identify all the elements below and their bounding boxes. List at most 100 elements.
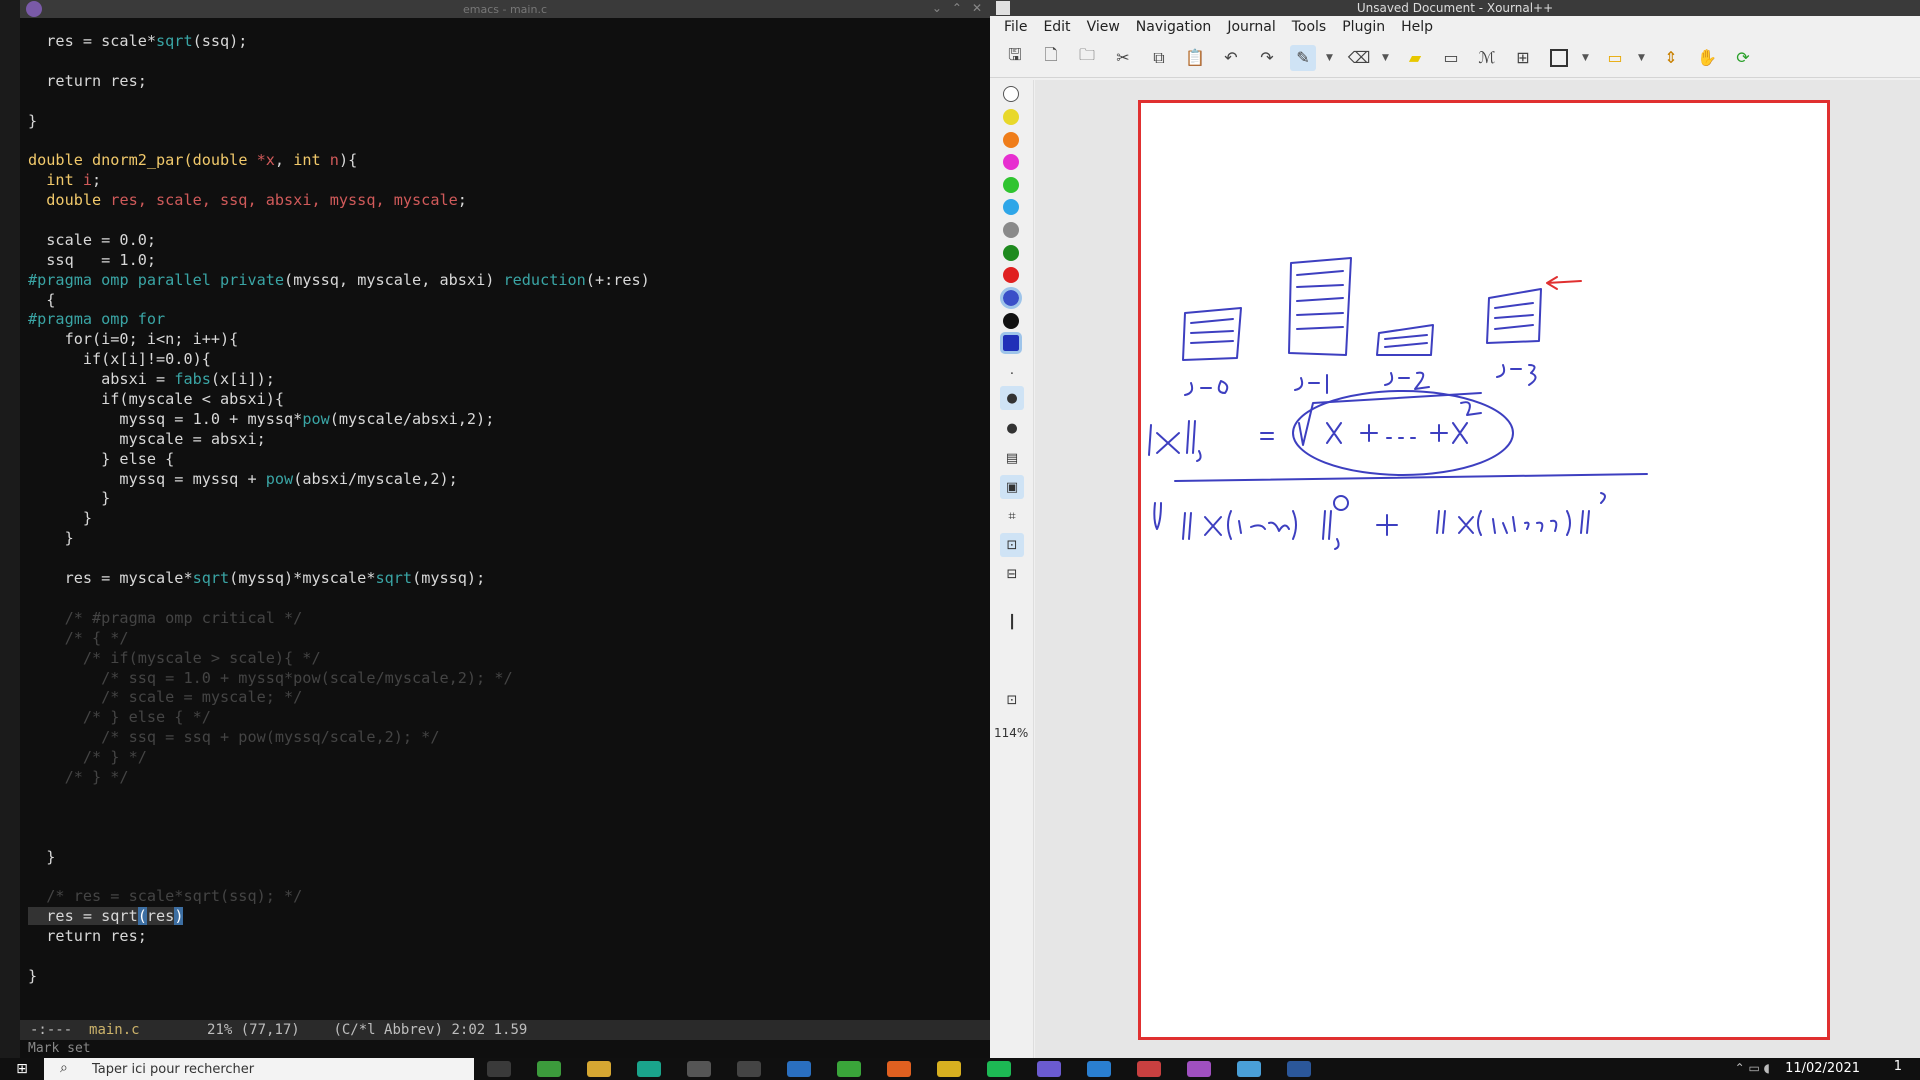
code-line[interactable]: double res, scale, ssq, absxi, myssq, my… bbox=[28, 191, 990, 211]
code-line[interactable]: if(x[i]!=0.0){ bbox=[28, 350, 990, 370]
app-purple-icon[interactable] bbox=[1037, 1061, 1061, 1077]
files-icon[interactable] bbox=[587, 1061, 611, 1077]
pen-color-swatch[interactable] bbox=[1003, 154, 1019, 170]
menu-edit[interactable]: Edit bbox=[1035, 19, 1078, 35]
code-line[interactable]: int i; bbox=[28, 171, 990, 191]
code-line[interactable]: #pragma omp parallel private(myssq, mysc… bbox=[28, 271, 990, 291]
code-line[interactable] bbox=[28, 549, 990, 569]
minimize-icon[interactable]: ⌄ bbox=[932, 1, 942, 15]
text-tool-icon[interactable]: ▭ bbox=[1438, 45, 1464, 71]
minibuffer[interactable]: Mark set bbox=[20, 1040, 990, 1058]
code-line[interactable]: /* ssq = 1.0 + myssq*pow(scale/myscale,2… bbox=[28, 669, 990, 689]
code-line[interactable]: myssq = 1.0 + myssq*pow(myscale/absxi,2)… bbox=[28, 410, 990, 430]
menu-navigation[interactable]: Navigation bbox=[1128, 19, 1220, 35]
code-line[interactable] bbox=[28, 867, 990, 887]
code-line[interactable]: for(i=0; i<n; i++){ bbox=[28, 330, 990, 350]
code-line[interactable] bbox=[28, 92, 990, 112]
code-line[interactable]: scale = 0.0; bbox=[28, 231, 990, 251]
pen-color-swatch[interactable] bbox=[1003, 177, 1019, 193]
eraser-dropdown-icon[interactable]: ▼ bbox=[1382, 53, 1392, 63]
code-line[interactable]: /* #pragma omp critical */ bbox=[28, 609, 990, 629]
select-rect-icon[interactable]: ▭ bbox=[1602, 45, 1628, 71]
app-orange-icon[interactable] bbox=[887, 1061, 911, 1077]
code-line[interactable]: return res; bbox=[28, 927, 990, 947]
rectangle-icon[interactable] bbox=[1546, 45, 1572, 71]
pen-color-swatch[interactable] bbox=[1003, 109, 1019, 125]
code-line[interactable]: /* res = scale*sqrt(ssq); */ bbox=[28, 887, 990, 907]
menu-journal[interactable]: Journal bbox=[1219, 19, 1283, 35]
code-line[interactable] bbox=[28, 808, 990, 828]
pen-color-swatch[interactable] bbox=[1003, 132, 1019, 148]
eraser-icon[interactable]: ⌫ bbox=[1346, 45, 1372, 71]
code-line[interactable]: } bbox=[28, 848, 990, 868]
open-folder-icon[interactable]: 🗀 bbox=[1074, 45, 1100, 71]
app-yellow-icon[interactable] bbox=[937, 1061, 961, 1077]
xournal-window[interactable]: Unsaved Document - Xournal++ File Edit V… bbox=[990, 0, 1920, 1058]
maximize-icon[interactable]: ⌃ bbox=[952, 1, 962, 15]
taskbar-search[interactable]: ⌕ Taper ici pour rechercher bbox=[44, 1058, 474, 1080]
close-icon[interactable]: ✕ bbox=[972, 1, 982, 15]
code-line[interactable] bbox=[28, 52, 990, 72]
code-line[interactable]: double dnorm2_par(double *x, int n){ bbox=[28, 151, 990, 171]
code-line[interactable]: ssq = 1.0; bbox=[28, 251, 990, 271]
pen-color-swatch[interactable] bbox=[1003, 313, 1019, 329]
vscode-icon[interactable] bbox=[1087, 1061, 1111, 1077]
code-line[interactable]: } bbox=[28, 509, 990, 529]
code-line[interactable]: /* } */ bbox=[28, 748, 990, 768]
pen-color-swatch[interactable] bbox=[1000, 287, 1022, 309]
emacs-titlebar[interactable]: emacs - main.c ⌄ ⌃ ✕ bbox=[20, 0, 990, 18]
pen-color-swatch[interactable] bbox=[1003, 267, 1019, 283]
code-line[interactable]: #pragma omp for bbox=[28, 310, 990, 330]
code-line[interactable] bbox=[28, 131, 990, 151]
code-line[interactable] bbox=[28, 947, 990, 967]
task-view-icon[interactable] bbox=[487, 1061, 511, 1077]
code-line[interactable]: /* if(myscale > scale){ */ bbox=[28, 649, 990, 669]
zoom-slider-icon[interactable]: ┃ bbox=[1000, 610, 1024, 634]
app-multi-icon[interactable] bbox=[1187, 1061, 1211, 1077]
app-green-icon[interactable] bbox=[837, 1061, 861, 1077]
cut-icon[interactable]: ✂ bbox=[1110, 45, 1136, 71]
code-line[interactable]: } else { bbox=[28, 450, 990, 470]
pen-color-swatch[interactable] bbox=[1003, 245, 1019, 261]
new-document-icon[interactable]: 🗋 bbox=[1038, 45, 1064, 71]
app-teal-icon[interactable] bbox=[637, 1061, 661, 1077]
pen-color-swatch[interactable] bbox=[1003, 222, 1019, 238]
code-line[interactable]: /* ssq = ssq + pow(myssq/scale,2); */ bbox=[28, 728, 990, 748]
image-icon[interactable]: ⊞ bbox=[1510, 45, 1536, 71]
pen-icon[interactable]: ✎ bbox=[1290, 44, 1316, 71]
system-tray-icons[interactable]: ⌃ ▭ ◖ bbox=[1735, 1061, 1770, 1075]
settings-icon[interactable] bbox=[737, 1061, 761, 1077]
math-tex-icon[interactable]: ℳ bbox=[1474, 45, 1500, 71]
code-line[interactable] bbox=[28, 211, 990, 231]
code-line[interactable]: return res; bbox=[28, 72, 990, 92]
redo-icon[interactable]: ↷ bbox=[1254, 45, 1280, 71]
code-line[interactable]: myssq = myssq + pow(absxi/myscale,2); bbox=[28, 470, 990, 490]
emacs-window[interactable]: emacs - main.c ⌄ ⌃ ✕ res = scale*sqrt(ss… bbox=[20, 0, 990, 1058]
menu-tools[interactable]: Tools bbox=[1284, 19, 1335, 35]
page[interactable] bbox=[1138, 100, 1830, 1040]
thickness-medium-icon[interactable]: ● bbox=[1000, 386, 1024, 410]
vertical-space-icon[interactable]: ⇕ bbox=[1658, 45, 1684, 71]
menu-plugin[interactable]: Plugin bbox=[1334, 19, 1393, 35]
menu-file[interactable]: File bbox=[996, 19, 1035, 35]
pen-dropdown-icon[interactable]: ▼ bbox=[1326, 53, 1336, 63]
zoom-reset-icon[interactable]: ⊡ bbox=[1000, 688, 1024, 712]
code-line[interactable]: res = sqrt(res) bbox=[28, 907, 990, 927]
highlighter-icon[interactable]: ▰ bbox=[1402, 45, 1428, 71]
select-region-icon[interactable]: ⌗ bbox=[1000, 504, 1024, 528]
page-layer-icon[interactable]: ▤ bbox=[1000, 446, 1024, 470]
pen-color-swatch[interactable] bbox=[1000, 332, 1022, 354]
menu-help[interactable]: Help bbox=[1393, 19, 1441, 35]
code-line[interactable] bbox=[28, 828, 990, 848]
code-editor[interactable]: res = scale*sqrt(ssq); return res;} doubl… bbox=[20, 18, 990, 1018]
refresh-icon[interactable]: ⟳ bbox=[1730, 45, 1756, 71]
code-line[interactable]: { bbox=[28, 291, 990, 311]
app-blue-icon[interactable] bbox=[787, 1061, 811, 1077]
code-line[interactable]: res = myscale*sqrt(myssq)*myscale*sqrt(m… bbox=[28, 569, 990, 589]
thickness-thick-icon[interactable]: ● bbox=[1000, 416, 1024, 440]
select-dropdown-icon[interactable]: ▼ bbox=[1638, 53, 1648, 63]
app-red-icon[interactable] bbox=[1137, 1061, 1161, 1077]
paste-icon[interactable]: 📋 bbox=[1182, 45, 1208, 71]
zoom-fit-icon[interactable]: ⊟ bbox=[1000, 562, 1024, 586]
pen-color-swatch[interactable] bbox=[1003, 86, 1019, 102]
